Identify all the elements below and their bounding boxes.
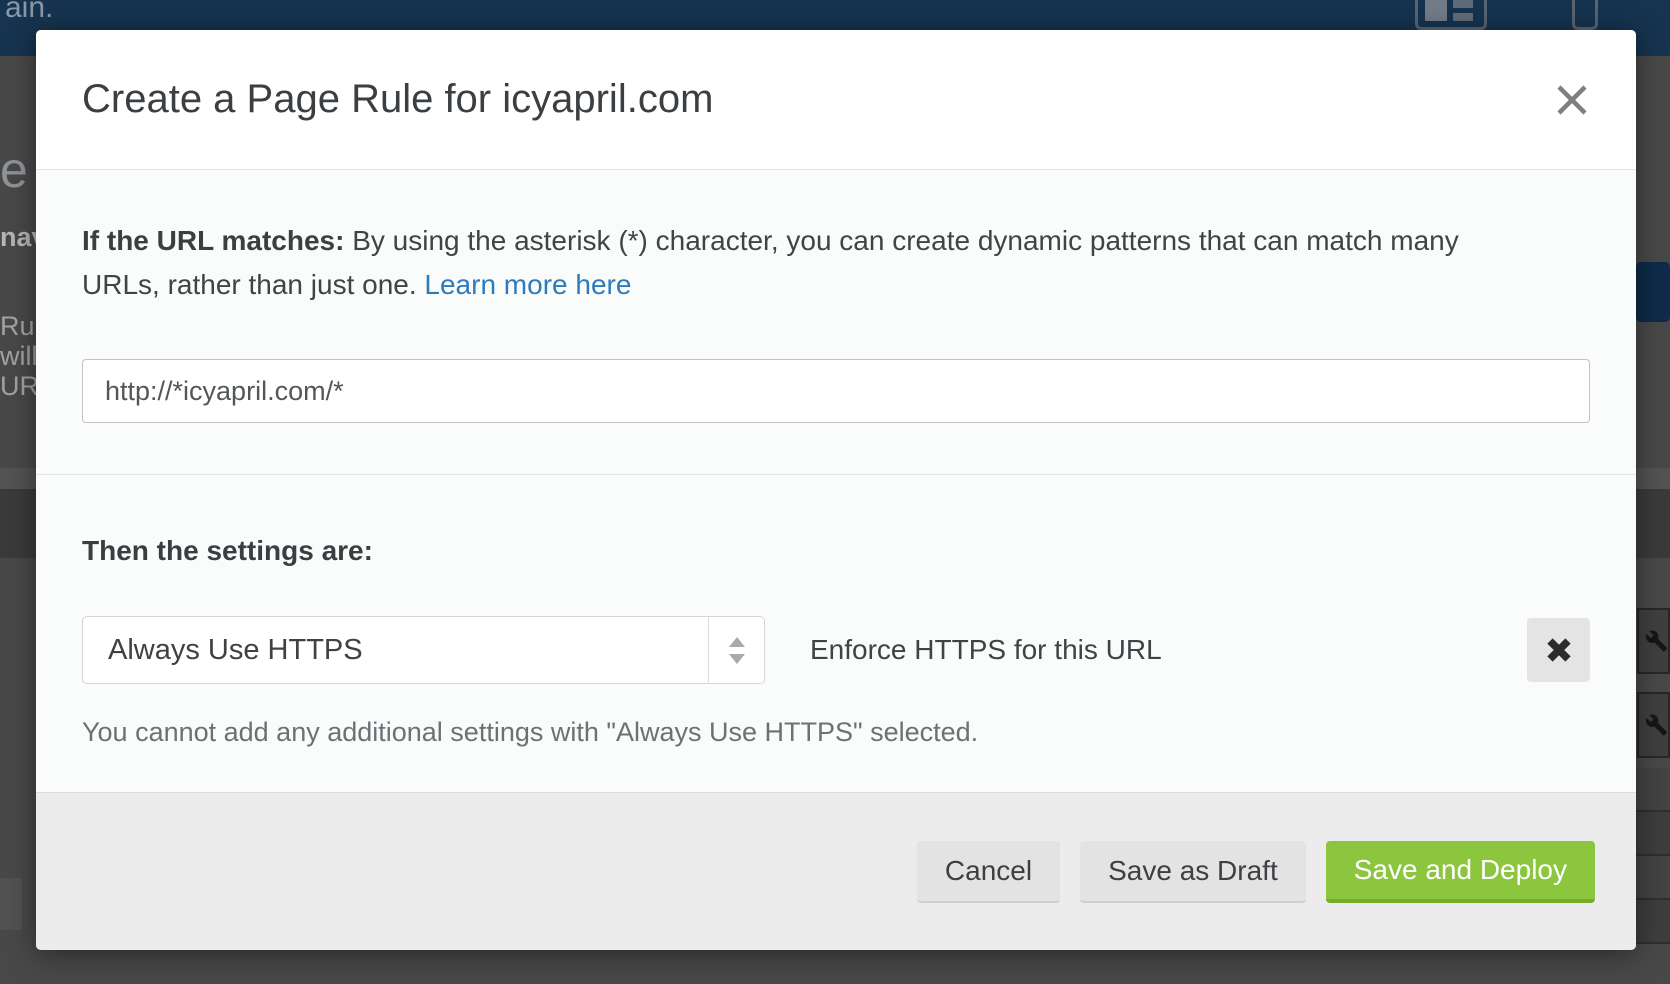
section-divider bbox=[36, 474, 1636, 475]
setting-row: Always Use HTTPS Enforce HTTPS for this … bbox=[82, 616, 1590, 684]
remove-setting-button[interactable] bbox=[1527, 618, 1590, 682]
header-partial-text: ain. bbox=[5, 0, 53, 25]
settings-heading: Then the settings are: bbox=[82, 531, 1590, 571]
modal-header: Create a Page Rule for icyapril.com bbox=[36, 30, 1636, 170]
save-and-deploy-button[interactable]: Save and Deploy bbox=[1326, 841, 1595, 903]
up-down-arrows-icon[interactable] bbox=[708, 617, 764, 683]
screen: ain. e nav Ru will UR Create a Page Rule… bbox=[0, 0, 1670, 984]
background-button-remnant bbox=[1636, 262, 1670, 322]
background-action-cell bbox=[1637, 608, 1670, 674]
learn-more-link[interactable]: Learn more here bbox=[424, 269, 631, 300]
apps-grid-icon-block bbox=[1425, 0, 1447, 21]
page-rule-modal: Create a Page Rule for icyapril.com If t… bbox=[36, 30, 1636, 950]
x-mark-icon bbox=[1545, 636, 1573, 664]
setting-description: Enforce HTTPS for this URL bbox=[810, 634, 1162, 666]
url-match-description: If the URL matches: By using the asteris… bbox=[82, 170, 1542, 307]
partial-window-icon bbox=[1572, 0, 1598, 30]
apps-grid-icon bbox=[1415, 0, 1487, 30]
wrench-icon bbox=[1645, 628, 1668, 654]
cancel-button[interactable]: Cancel bbox=[917, 841, 1060, 903]
background-text-fragment: e bbox=[0, 141, 28, 199]
background-text-fragment: Ru bbox=[0, 311, 35, 342]
apps-grid-icon-bars bbox=[1453, 0, 1473, 21]
close-icon[interactable] bbox=[1552, 80, 1592, 120]
arrow-down-icon bbox=[729, 654, 745, 664]
background-text-fragment: UR bbox=[0, 371, 39, 402]
settings-note: You cannot add any additional settings w… bbox=[82, 717, 1590, 748]
save-as-draft-button[interactable]: Save as Draft bbox=[1080, 841, 1306, 903]
setting-select-value: Always Use HTTPS bbox=[83, 617, 708, 683]
url-pattern-input[interactable] bbox=[82, 359, 1590, 423]
url-match-label: If the URL matches: bbox=[82, 225, 344, 256]
background-table-rows bbox=[1636, 768, 1670, 950]
modal-footer: Cancel Save as Draft Save and Deploy bbox=[36, 792, 1636, 950]
background-text-fragment: will bbox=[0, 341, 38, 372]
arrow-up-icon bbox=[729, 637, 745, 647]
modal-body: If the URL matches: By using the asteris… bbox=[36, 170, 1636, 792]
modal-title: Create a Page Rule for icyapril.com bbox=[82, 77, 713, 122]
setting-select[interactable]: Always Use HTTPS bbox=[82, 616, 765, 684]
background-bottom-block bbox=[0, 878, 22, 930]
background-action-cell bbox=[1637, 692, 1670, 758]
wrench-icon bbox=[1645, 712, 1668, 738]
